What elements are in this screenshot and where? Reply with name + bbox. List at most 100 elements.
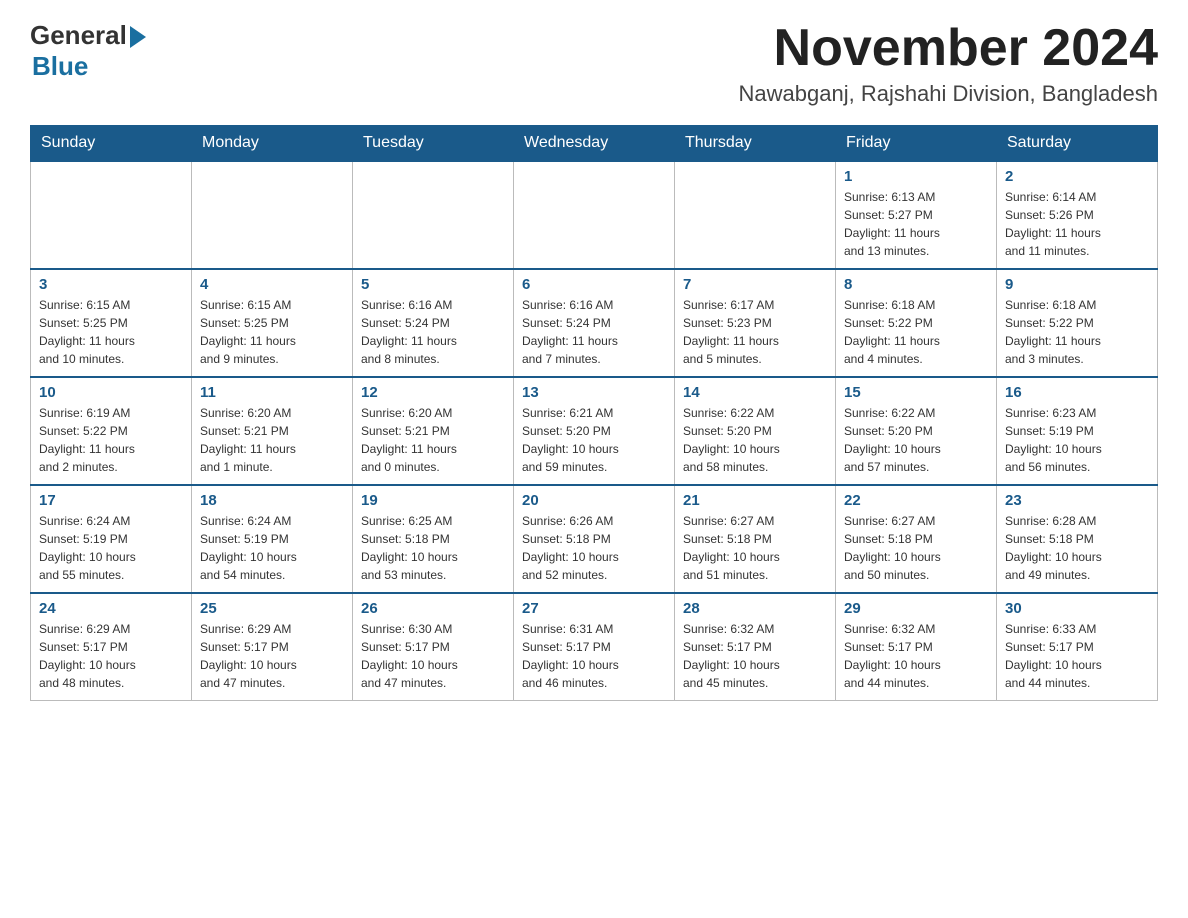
day-number: 11: [200, 384, 344, 401]
calendar-cell: [353, 161, 514, 269]
weekday-header-sunday: Sunday: [31, 126, 192, 162]
calendar-cell: 27 Sunrise: 6:31 AMSunset: 5:17 PMDayligh…: [514, 593, 675, 701]
day-info: Sunrise: 6:16 AMSunset: 5:24 PMDaylight:…: [522, 296, 666, 368]
weekday-header-tuesday: Tuesday: [353, 126, 514, 162]
location-subtitle: Nawabganj, Rajshahi Division, Bangladesh: [739, 81, 1158, 107]
calendar-cell: [675, 161, 836, 269]
day-number: 2: [1005, 168, 1149, 185]
day-info: Sunrise: 6:13 AMSunset: 5:27 PMDaylight:…: [844, 188, 988, 260]
day-info: Sunrise: 6:20 AMSunset: 5:21 PMDaylight:…: [361, 404, 505, 476]
day-info: Sunrise: 6:24 AMSunset: 5:19 PMDaylight:…: [39, 512, 183, 584]
day-info: Sunrise: 6:20 AMSunset: 5:21 PMDaylight:…: [200, 404, 344, 476]
day-number: 16: [1005, 384, 1149, 401]
day-number: 26: [361, 600, 505, 617]
day-number: 1: [844, 168, 988, 185]
calendar-cell: 16 Sunrise: 6:23 AMSunset: 5:19 PMDayligh…: [997, 377, 1158, 485]
day-info: Sunrise: 6:15 AMSunset: 5:25 PMDaylight:…: [39, 296, 183, 368]
logo-blue-text: Blue: [32, 51, 88, 82]
day-info: Sunrise: 6:27 AMSunset: 5:18 PMDaylight:…: [844, 512, 988, 584]
week-row-2: 3 Sunrise: 6:15 AMSunset: 5:25 PMDaylight…: [31, 269, 1158, 377]
day-number: 7: [683, 276, 827, 293]
weekday-header-monday: Monday: [192, 126, 353, 162]
day-number: 8: [844, 276, 988, 293]
day-number: 6: [522, 276, 666, 293]
logo-general-text: General: [30, 20, 127, 51]
day-number: 18: [200, 492, 344, 509]
calendar-cell: 4Sunrise: 6:15 AMSunset: 5:25 PMDaylight…: [192, 269, 353, 377]
day-info: Sunrise: 6:22 AMSunset: 5:20 PMDaylight:…: [844, 404, 988, 476]
weekday-header-saturday: Saturday: [997, 126, 1158, 162]
calendar-cell: 24 Sunrise: 6:29 AMSunset: 5:17 PMDayligh…: [31, 593, 192, 701]
calendar-cell: 18 Sunrise: 6:24 AMSunset: 5:19 PMDayligh…: [192, 485, 353, 593]
calendar-cell: [192, 161, 353, 269]
calendar-cell: 7 Sunrise: 6:17 AMSunset: 5:23 PMDaylight…: [675, 269, 836, 377]
day-info: Sunrise: 6:29 AMSunset: 5:17 PMDaylight:…: [39, 620, 183, 692]
calendar-cell: 9Sunrise: 6:18 AMSunset: 5:22 PMDaylight…: [997, 269, 1158, 377]
calendar-cell: 17 Sunrise: 6:24 AMSunset: 5:19 PMDayligh…: [31, 485, 192, 593]
day-info: Sunrise: 6:32 AMSunset: 5:17 PMDaylight:…: [844, 620, 988, 692]
page-header: General Blue November 2024 Nawabganj, Ra…: [30, 20, 1158, 107]
day-info: Sunrise: 6:23 AMSunset: 5:19 PMDaylight:…: [1005, 404, 1149, 476]
calendar-cell: 26Sunrise: 6:30 AMSunset: 5:17 PMDayligh…: [353, 593, 514, 701]
day-number: 19: [361, 492, 505, 509]
day-number: 27: [522, 600, 666, 617]
week-row-4: 17 Sunrise: 6:24 AMSunset: 5:19 PMDayligh…: [31, 485, 1158, 593]
day-info: Sunrise: 6:27 AMSunset: 5:18 PMDaylight:…: [683, 512, 827, 584]
title-section: November 2024 Nawabganj, Rajshahi Divisi…: [739, 20, 1158, 107]
calendar-cell: 15 Sunrise: 6:22 AMSunset: 5:20 PMDayligh…: [836, 377, 997, 485]
week-row-1: 1 Sunrise: 6:13 AMSunset: 5:27 PMDaylight…: [31, 161, 1158, 269]
day-number: 24: [39, 600, 183, 617]
week-row-3: 10 Sunrise: 6:19 AMSunset: 5:22 PMDayligh…: [31, 377, 1158, 485]
day-info: Sunrise: 6:16 AMSunset: 5:24 PMDaylight:…: [361, 296, 505, 368]
calendar-cell: 3 Sunrise: 6:15 AMSunset: 5:25 PMDaylight…: [31, 269, 192, 377]
day-info: Sunrise: 6:28 AMSunset: 5:18 PMDaylight:…: [1005, 512, 1149, 584]
calendar-cell: 6 Sunrise: 6:16 AMSunset: 5:24 PMDaylight…: [514, 269, 675, 377]
day-info: Sunrise: 6:21 AMSunset: 5:20 PMDaylight:…: [522, 404, 666, 476]
day-number: 12: [361, 384, 505, 401]
calendar-cell: 12 Sunrise: 6:20 AMSunset: 5:21 PMDayligh…: [353, 377, 514, 485]
calendar-table: SundayMondayTuesdayWednesdayThursdayFrid…: [30, 125, 1158, 701]
day-info: Sunrise: 6:29 AMSunset: 5:17 PMDaylight:…: [200, 620, 344, 692]
calendar-cell: 2 Sunrise: 6:14 AMSunset: 5:26 PMDaylight…: [997, 161, 1158, 269]
day-number: 3: [39, 276, 183, 293]
day-info: Sunrise: 6:32 AMSunset: 5:17 PMDaylight:…: [683, 620, 827, 692]
logo-triangle-icon: [130, 26, 146, 48]
calendar-cell: 28 Sunrise: 6:32 AMSunset: 5:17 PMDayligh…: [675, 593, 836, 701]
day-number: 20: [522, 492, 666, 509]
day-info: Sunrise: 6:14 AMSunset: 5:26 PMDaylight:…: [1005, 188, 1149, 260]
week-row-5: 24 Sunrise: 6:29 AMSunset: 5:17 PMDayligh…: [31, 593, 1158, 701]
day-number: 5: [361, 276, 505, 293]
day-number: 17: [39, 492, 183, 509]
day-number: 22: [844, 492, 988, 509]
calendar-cell: 11 Sunrise: 6:20 AMSunset: 5:21 PMDayligh…: [192, 377, 353, 485]
day-number: 10: [39, 384, 183, 401]
day-number: 29: [844, 600, 988, 617]
day-number: 21: [683, 492, 827, 509]
day-info: Sunrise: 6:17 AMSunset: 5:23 PMDaylight:…: [683, 296, 827, 368]
calendar-cell: 21 Sunrise: 6:27 AMSunset: 5:18 PMDayligh…: [675, 485, 836, 593]
day-number: 28: [683, 600, 827, 617]
calendar-cell: 20 Sunrise: 6:26 AMSunset: 5:18 PMDayligh…: [514, 485, 675, 593]
day-info: Sunrise: 6:24 AMSunset: 5:19 PMDaylight:…: [200, 512, 344, 584]
calendar-cell: 8 Sunrise: 6:18 AMSunset: 5:22 PMDaylight…: [836, 269, 997, 377]
day-info: Sunrise: 6:18 AMSunset: 5:22 PMDaylight:…: [1005, 296, 1149, 368]
calendar-cell: 19Sunrise: 6:25 AMSunset: 5:18 PMDayligh…: [353, 485, 514, 593]
day-number: 30: [1005, 600, 1149, 617]
logo: General Blue: [30, 20, 146, 82]
day-info: Sunrise: 6:19 AMSunset: 5:22 PMDaylight:…: [39, 404, 183, 476]
day-info: Sunrise: 6:18 AMSunset: 5:22 PMDaylight:…: [844, 296, 988, 368]
calendar-cell: 29 Sunrise: 6:32 AMSunset: 5:17 PMDayligh…: [836, 593, 997, 701]
weekday-header-friday: Friday: [836, 126, 997, 162]
day-number: 15: [844, 384, 988, 401]
day-info: Sunrise: 6:31 AMSunset: 5:17 PMDaylight:…: [522, 620, 666, 692]
calendar-cell: [31, 161, 192, 269]
calendar-cell: [514, 161, 675, 269]
day-number: 4: [200, 276, 344, 293]
calendar-cell: 13Sunrise: 6:21 AMSunset: 5:20 PMDayligh…: [514, 377, 675, 485]
calendar-cell: 5 Sunrise: 6:16 AMSunset: 5:24 PMDaylight…: [353, 269, 514, 377]
weekday-header-thursday: Thursday: [675, 126, 836, 162]
day-info: Sunrise: 6:33 AMSunset: 5:17 PMDaylight:…: [1005, 620, 1149, 692]
calendar-cell: 25Sunrise: 6:29 AMSunset: 5:17 PMDayligh…: [192, 593, 353, 701]
day-info: Sunrise: 6:26 AMSunset: 5:18 PMDaylight:…: [522, 512, 666, 584]
weekday-header-wednesday: Wednesday: [514, 126, 675, 162]
